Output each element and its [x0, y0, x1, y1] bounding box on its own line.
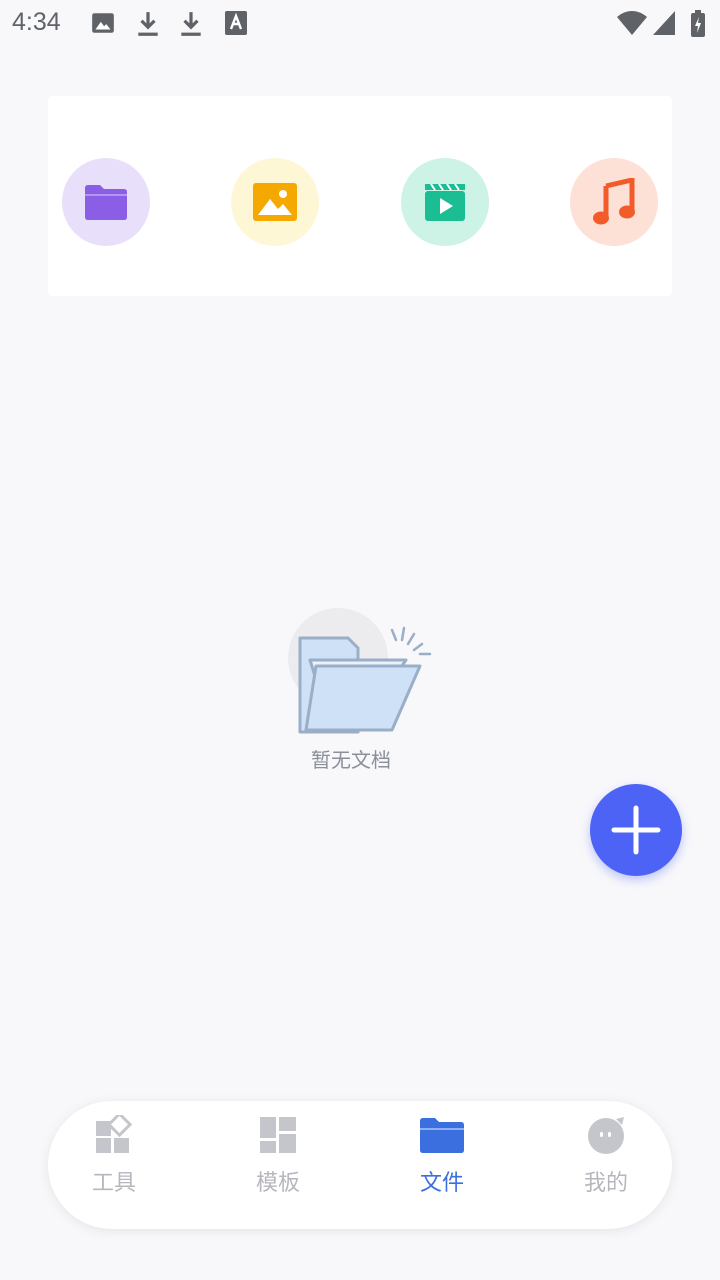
empty-state: 暂无文档	[280, 600, 440, 780]
bottom-navigation: 工具 模板 文件 我的	[48, 1101, 672, 1229]
nav-label-profile: 我的	[583, 1171, 628, 1196]
image-icon	[253, 183, 297, 221]
nav-label-files: 文件	[419, 1171, 464, 1196]
battery-charging-icon	[690, 10, 706, 38]
add-button[interactable]	[590, 784, 682, 876]
nav-label-tools: 工具	[91, 1171, 136, 1196]
folder-icon	[85, 185, 127, 220]
folder-icon	[420, 1118, 464, 1153]
profile-icon	[588, 1117, 624, 1154]
wifi-icon	[616, 10, 648, 36]
empty-folder-illustration	[288, 608, 432, 734]
download-icon	[135, 10, 161, 38]
nav-item-tools[interactable]: 工具	[54, 1111, 174, 1211]
nav-item-profile[interactable]: 我的	[546, 1111, 666, 1211]
nav-item-templates[interactable]: 模板	[218, 1111, 338, 1211]
music-icon	[593, 178, 635, 225]
category-image-button[interactable]	[231, 158, 319, 246]
file-categories-card	[48, 96, 672, 296]
plus-icon	[611, 805, 661, 855]
nav-item-files[interactable]: 文件	[382, 1111, 502, 1211]
video-icon	[425, 183, 465, 221]
download-icon	[178, 10, 204, 38]
nav-label-templates: 模板	[255, 1171, 300, 1196]
template-icon	[260, 1117, 296, 1153]
category-video-button[interactable]	[401, 158, 489, 246]
status-bar: 4:34	[0, 0, 720, 48]
image-icon	[90, 10, 116, 36]
signal-icon	[652, 10, 676, 36]
category-folder-button[interactable]	[62, 158, 150, 246]
status-time: 4:34	[12, 8, 61, 36]
empty-state-message: 暂无文档	[311, 748, 391, 772]
text-icon	[224, 10, 248, 36]
category-music-button[interactable]	[570, 158, 658, 246]
tools-icon	[96, 1115, 133, 1153]
